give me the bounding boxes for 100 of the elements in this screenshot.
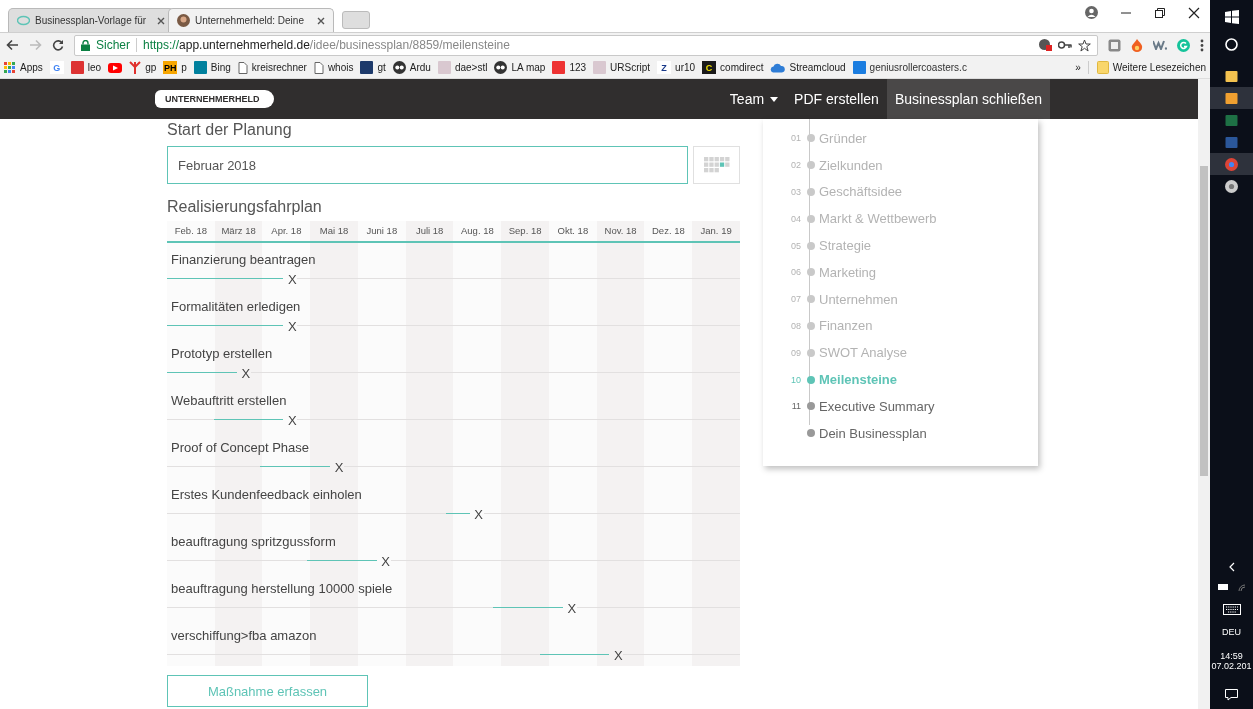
delete-button[interactable]: X: [283, 274, 298, 286]
measure-label: Webauftritt erstellen: [170, 393, 287, 408]
step-number: 06: [790, 267, 801, 278]
bookmark-item[interactable]: Ardu: [392, 61, 431, 74]
key-icon[interactable]: [1058, 41, 1072, 49]
apps-grid-icon: [4, 61, 16, 74]
keyboard-icon[interactable]: [1222, 604, 1241, 615]
page-icon: [313, 61, 324, 74]
month-label: Nov. 18: [603, 224, 638, 238]
bookmark-item[interactable]: Z ur10: [657, 61, 696, 74]
bookmark-item[interactable]: geniusrollercoasters.c: [852, 61, 967, 74]
bookmark-item[interactable]: [108, 62, 123, 73]
delete-button[interactable]: X: [283, 321, 298, 333]
restore-icon[interactable]: [1154, 6, 1166, 19]
more-menu-icon[interactable]: [1200, 38, 1204, 52]
scrollbar[interactable]: [1198, 79, 1210, 709]
bookmark-icon: [552, 61, 566, 74]
measure-label: Proof of Concept Phase: [170, 440, 310, 455]
bookmark-item[interactable]: C comdirect: [702, 61, 764, 74]
delete-button[interactable]: X: [376, 556, 391, 568]
measure-label: beauftragung spritzgussform: [170, 534, 336, 549]
step-number: 03: [790, 187, 801, 197]
chevron-icon[interactable]: [1228, 562, 1235, 572]
round-icon: [392, 61, 406, 74]
step-number: 08: [790, 320, 801, 331]
site-icon: [17, 14, 30, 27]
reload-icon[interactable]: [52, 39, 64, 51]
search-circle-icon[interactable]: [1225, 38, 1238, 51]
delete-button[interactable]: X: [562, 603, 577, 615]
step-number: 10: [790, 374, 801, 385]
round-icon: [494, 61, 508, 74]
bookmark-item[interactable]: LA map: [494, 61, 546, 74]
measure-label: Formalitäten erledigen: [170, 299, 301, 314]
delete-button[interactable]: X: [469, 509, 484, 521]
bookmark-item[interactable]: leo: [70, 61, 102, 74]
scroll-thumb[interactable]: [1200, 166, 1208, 476]
monitor-icon: [1225, 91, 1238, 105]
grammar-check-icon[interactable]: [1177, 38, 1190, 52]
extension-icon[interactable]: [1153, 40, 1167, 50]
video-play-icon: [108, 62, 123, 73]
avatar-icon: [177, 14, 190, 27]
close-icon[interactable]: [317, 16, 325, 25]
url-text: https://app.unternehmerheld.de/idee/businessplan/8859/meilensteine: [143, 38, 511, 52]
clock-date[interactable]: 07.02.201: [1211, 661, 1252, 671]
account-icon[interactable]: [1085, 6, 1098, 19]
battery-wifi-icon[interactable]: [1216, 582, 1247, 592]
windows-logo-icon[interactable]: [1224, 10, 1239, 24]
start-date-field[interactable]: Februar 2018: [167, 146, 688, 184]
more-bookmarks-button[interactable]: »: [1075, 62, 1081, 73]
star-icon[interactable]: [1078, 38, 1091, 52]
bookmark-item[interactable]: kreisrechner: [237, 61, 307, 74]
nav-link[interactable]: Businessplan schließen: [886, 79, 1050, 119]
step-number: 02: [790, 160, 801, 171]
bookmark-item[interactable]: 123: [552, 61, 587, 74]
measure-label: Finanzierung beantragen: [170, 252, 316, 267]
taskbar-app[interactable]: [1210, 87, 1253, 109]
calendar-grid-icon: [703, 157, 730, 173]
cookie-blocked-icon[interactable]: [1039, 39, 1052, 51]
bookmark-item[interactable]: Apps: [4, 61, 43, 74]
figure-icon: [129, 61, 142, 74]
bookmark-folder[interactable]: Weitere Lesezeichen: [1087, 61, 1206, 74]
delete-button[interactable]: X: [283, 415, 298, 427]
section-title: Realisierungsfahrplan: [167, 198, 323, 216]
close-icon[interactable]: [1188, 6, 1200, 19]
address-bar[interactable]: Sicher https://app.unternehmerheld.de/idee/businessplan/8859/meilensteine: [74, 34, 1098, 56]
measure-label: Erstes Kundenfeedback einholen: [170, 487, 362, 502]
bookmark-item[interactable]: gt: [360, 61, 386, 74]
folder-icon: [1225, 69, 1238, 83]
delete-button[interactable]: X: [609, 650, 624, 662]
page-icon: [237, 61, 248, 74]
step-number: 09: [790, 347, 801, 358]
delete-button[interactable]: X: [236, 368, 251, 380]
bookmark-icon: [70, 61, 84, 74]
bookmark-icon: [593, 61, 607, 74]
site-logo[interactable]: UNTERNEHMERHELD: [155, 90, 274, 108]
extension-icon[interactable]: [1108, 38, 1121, 52]
nav-link[interactable]: PDF erstellen: [786, 79, 887, 119]
clock-time[interactable]: 14:59: [1220, 651, 1243, 661]
bookmark-item[interactable]: Streamcloud: [770, 62, 846, 73]
flame-icon[interactable]: [1131, 38, 1143, 52]
cloud-icon: [770, 62, 786, 73]
nav-link[interactable]: Team: [721, 79, 787, 119]
bookmark-item[interactable]: dae>stl: [437, 61, 488, 74]
folder-icon: [1096, 61, 1109, 74]
document-icon: [1225, 135, 1238, 149]
bookmark-item[interactable]: G: [49, 61, 64, 74]
bookmark-item[interactable]: Bing: [193, 61, 231, 74]
step-link[interactable]: Executive Summary: [819, 398, 935, 414]
step-link[interactable]: Dein Businessplan: [819, 425, 927, 441]
language-indicator[interactable]: DEU: [1222, 627, 1241, 637]
bookmark-item[interactable]: whois: [313, 61, 354, 74]
measure-label: beauftragung herstellung 10000 spiele: [170, 581, 393, 596]
month-label: Okt. 18: [556, 224, 590, 238]
bookmark-item[interactable]: gp: [129, 61, 157, 74]
notification-icon[interactable]: [1225, 689, 1238, 701]
delete-button[interactable]: X: [329, 462, 344, 474]
back-icon[interactable]: [6, 39, 19, 51]
month-label: Dez. 18: [651, 224, 686, 238]
browser-tab[interactable]: Unternehmerheld: Deine: [168, 8, 334, 32]
bookmark-item[interactable]: URScript: [593, 61, 651, 74]
